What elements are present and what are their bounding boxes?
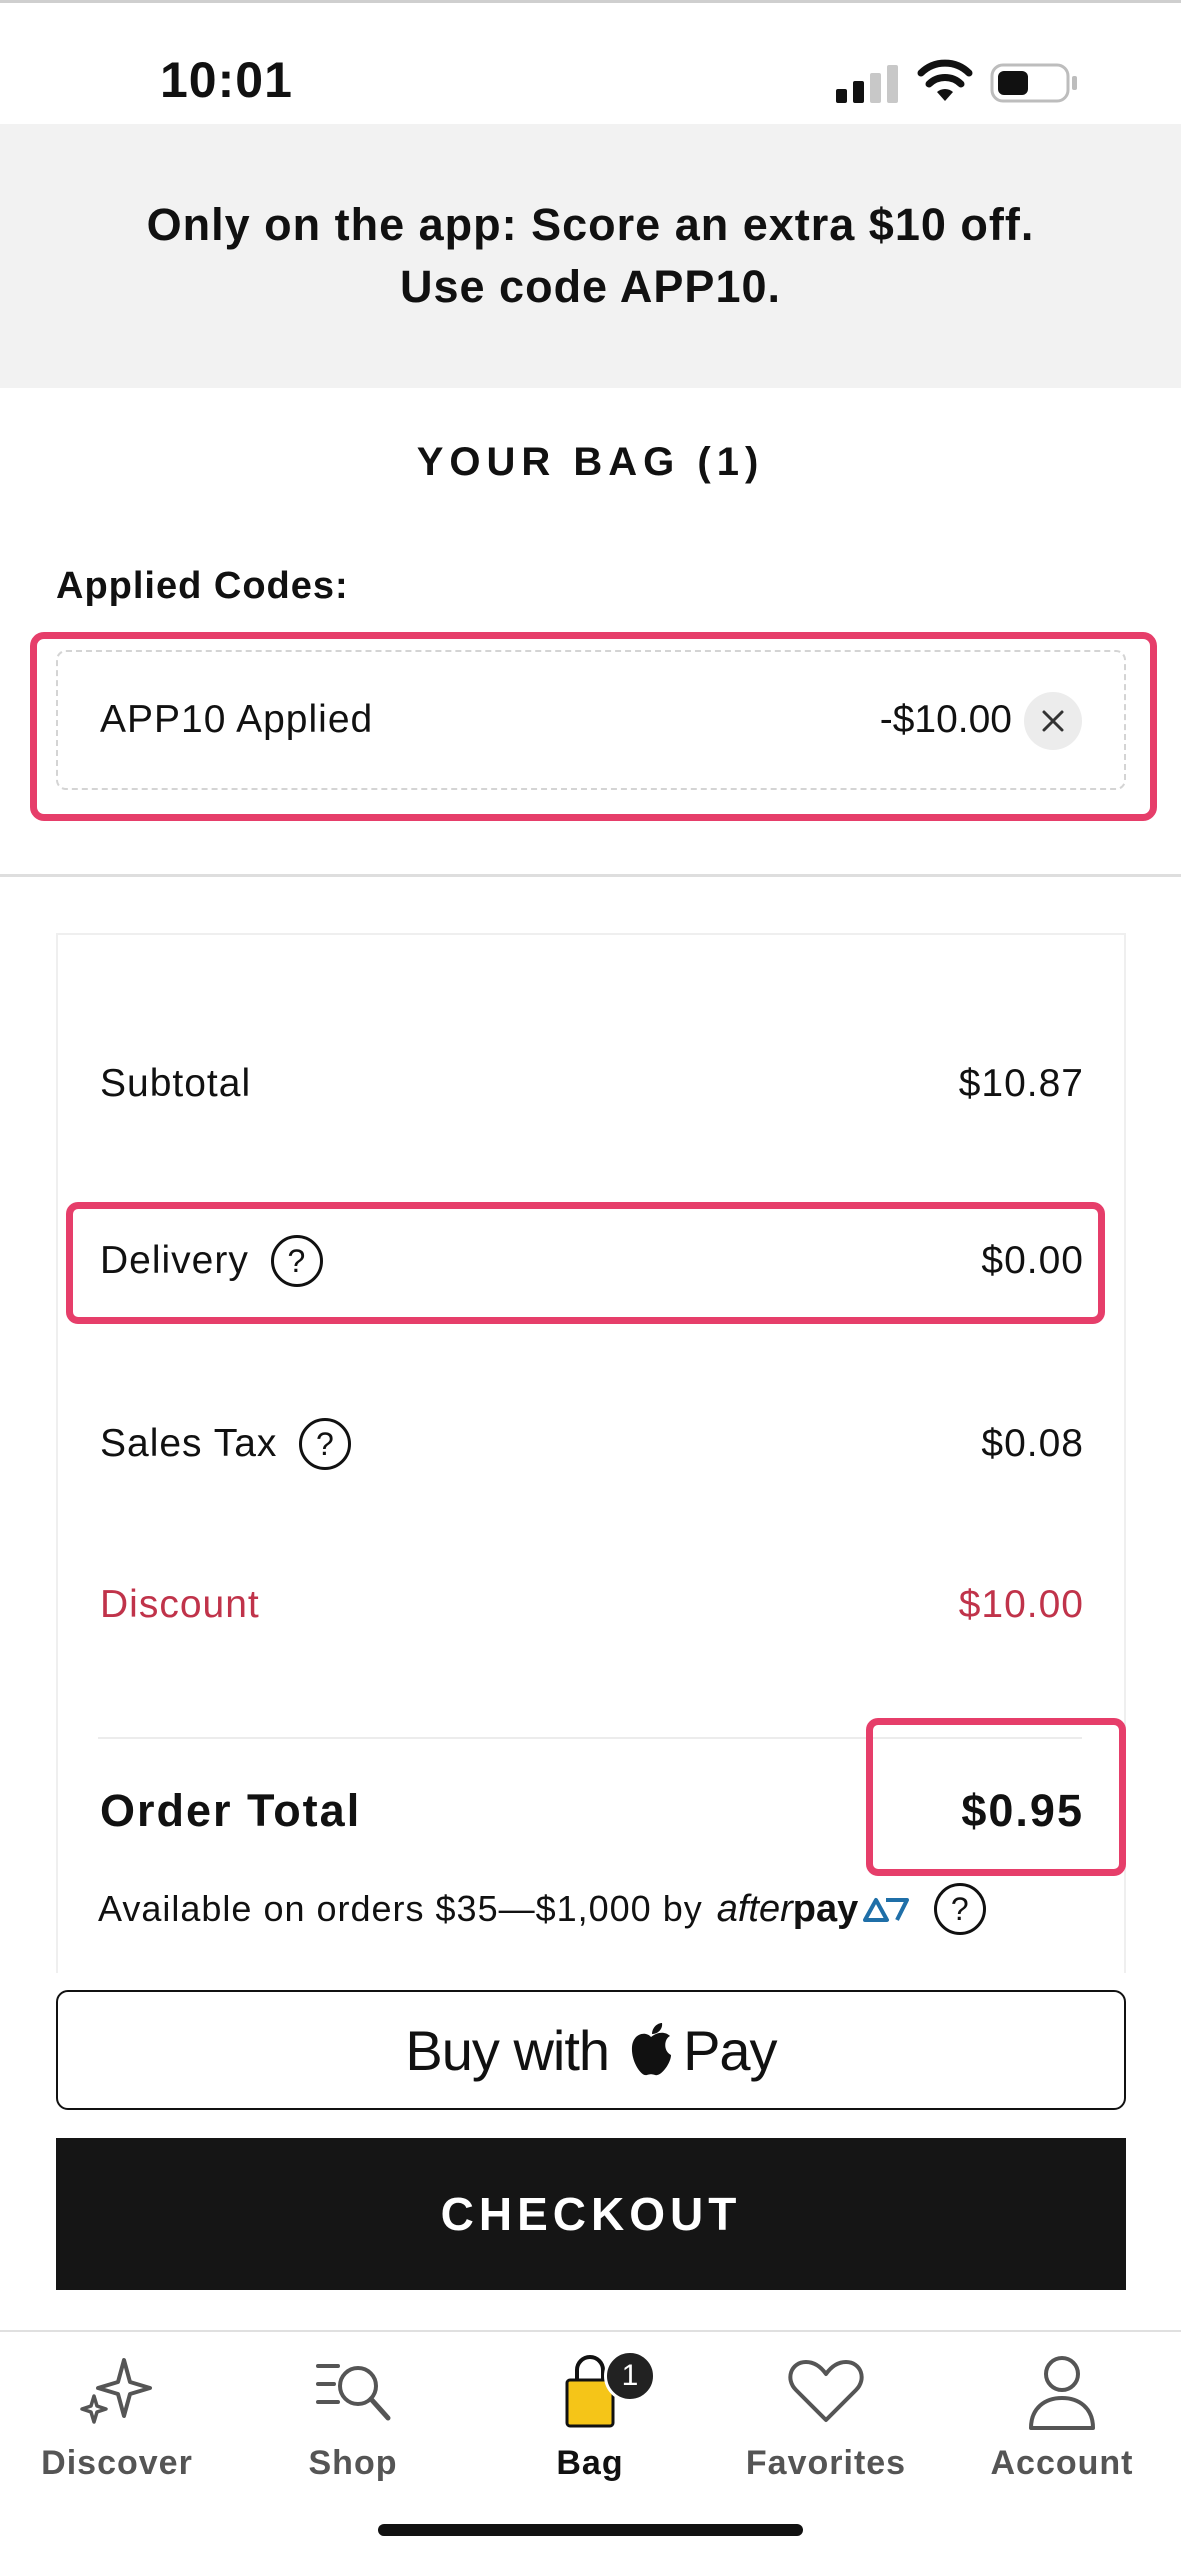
tab-bag[interactable]: 1 Bag: [490, 2350, 690, 2502]
discount-label: Discount: [100, 1583, 260, 1626]
tab-favorites-label: Favorites: [745, 2444, 907, 2482]
tab-bag-label: Bag: [556, 2444, 624, 2482]
apple-logo-icon: [631, 2023, 672, 2076]
afterpay-logo: afterpay: [716, 1887, 859, 1930]
delivery-highlight: [66, 1202, 1105, 1324]
tab-account-label: Account: [990, 2444, 1134, 2482]
subtotal-label: Subtotal: [100, 1062, 252, 1105]
bag-title: YOUR BAG (1): [416, 440, 765, 484]
applied-codes-label: Applied Codes:: [56, 565, 349, 607]
afterpay-notice: Available on orders $35—$1,000 by afterp…: [98, 1883, 1098, 1935]
promo-line-2: Use code APP10.: [400, 261, 781, 312]
applied-code-card: APP10 Applied -$10.00: [56, 650, 1126, 790]
discount-value: $10.00: [958, 1583, 1084, 1626]
section-divider: [0, 874, 1181, 877]
battery-icon: [990, 63, 1077, 103]
tab-account[interactable]: Account: [962, 2352, 1162, 2502]
order-total-highlight: [866, 1718, 1126, 1876]
search-list-icon: [316, 2364, 391, 2421]
heart-icon: [788, 2360, 864, 2422]
status-bar: 10:01: [0, 0, 1181, 124]
tab-discover-label: Discover: [41, 2444, 193, 2482]
wifi-icon: [917, 59, 973, 101]
bag-screen: 10:01 Only on the app: Score an extra $1…: [0, 0, 1181, 2560]
remove-code-button[interactable]: [1024, 692, 1082, 750]
afterpay-mark-icon: [863, 1898, 910, 1922]
home-indicator[interactable]: [378, 2524, 803, 2536]
promo-line-1: Only on the app: Score an extra $10 off.: [146, 199, 1035, 250]
cellular-signal-icon: [836, 65, 898, 103]
discount-row: Discount $10.00: [100, 1583, 1084, 1627]
apple-pay-button[interactable]: Buy with Pay: [56, 1990, 1126, 2110]
bag-count-badge: 1: [604, 2350, 656, 2402]
checkout-button[interactable]: CHECKOUT: [56, 2138, 1126, 2290]
afterpay-help-icon[interactable]: ?: [934, 1883, 987, 1935]
tab-favorites[interactable]: Favorites: [726, 2352, 926, 2502]
sales-tax-help-icon[interactable]: ?: [299, 1418, 352, 1470]
order-total-label: Order Total: [100, 1785, 362, 1836]
close-icon: [1042, 710, 1064, 732]
tab-discover[interactable]: Discover: [17, 2352, 217, 2502]
tab-shop[interactable]: Shop: [253, 2352, 453, 2502]
subtotal-row: Subtotal $10.87: [100, 1062, 1084, 1106]
tab-shop-label: Shop: [308, 2444, 398, 2482]
sales-tax-label: Sales Tax: [100, 1422, 278, 1465]
subtotal-value: $10.87: [958, 1062, 1084, 1105]
applied-code-label: APP10 Applied: [100, 698, 374, 741]
apple-pay-suffix: Pay: [683, 2018, 777, 2082]
sales-tax-row: Sales Tax ? $0.08: [100, 1418, 1084, 1470]
apple-pay-prefix: Buy with: [405, 2018, 610, 2082]
status-time: 10:01: [160, 52, 293, 108]
sales-tax-value: $0.08: [981, 1422, 1084, 1465]
person-icon: [1029, 2356, 1095, 2430]
promo-banner: Only on the app: Score an extra $10 off.…: [0, 124, 1181, 388]
applied-code-amount: -$10.00: [879, 698, 1012, 741]
sparkle-icon: [80, 2358, 152, 2424]
afterpay-text: Available on orders $35—$1,000 by: [98, 1888, 703, 1929]
